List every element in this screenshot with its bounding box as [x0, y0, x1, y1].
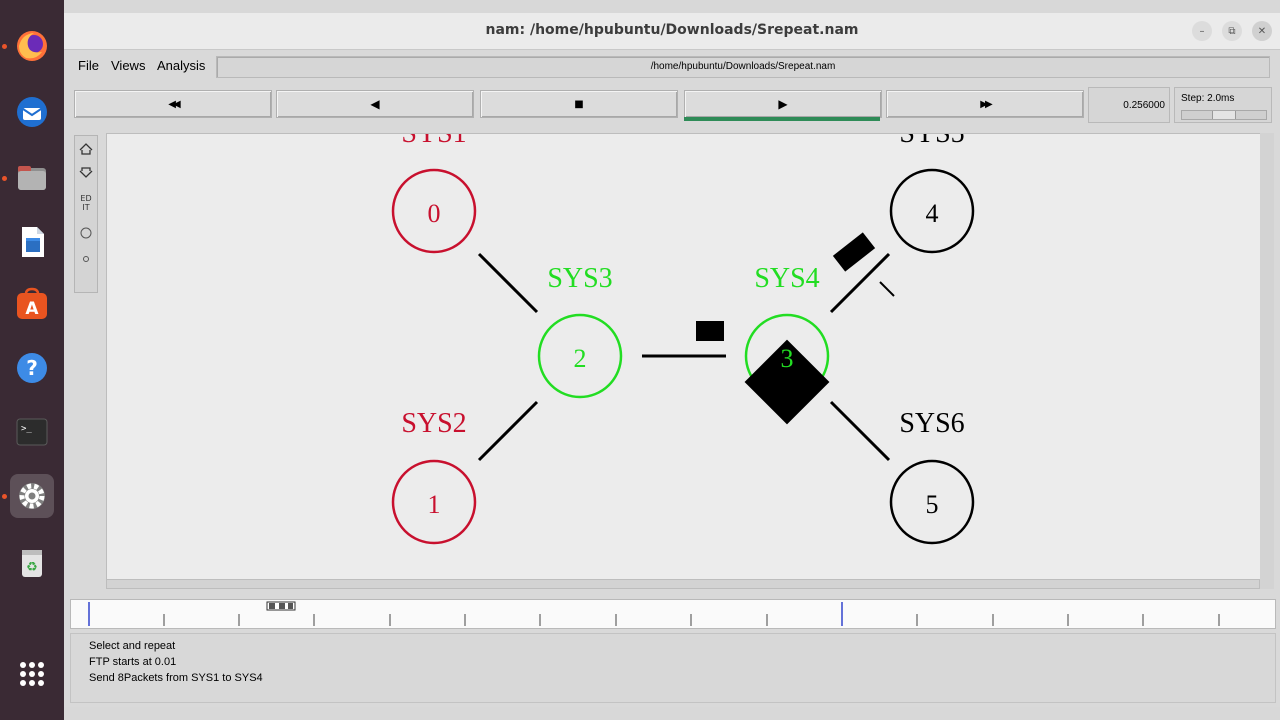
step-slider-handle[interactable]	[1212, 111, 1236, 119]
close-button[interactable]: ✕	[1252, 21, 1272, 41]
annotation-panel: Select and repeat FTP starts at 0.01 Sen…	[70, 633, 1276, 703]
node-5-label: SYS6	[899, 408, 964, 439]
file-path-display: /home/hpubuntu/Downloads/Srepeat.nam	[216, 56, 1270, 78]
network-canvas[interactable]: 0 SYS1 1 SYS2 2 SYS3 SYS4 3 4 SYS5 5 SYS…	[106, 133, 1262, 581]
node-1-label: SYS2	[401, 408, 466, 439]
thunderbird-icon[interactable]	[10, 90, 54, 134]
files-icon[interactable]	[10, 156, 54, 200]
packet	[832, 232, 876, 272]
edit-tool-button[interactable]: ED IT	[79, 190, 93, 216]
window-title: nam: /home/hpubuntu/Downloads/Srepeat.na…	[485, 22, 859, 38]
node-0-id: 0	[428, 199, 441, 228]
svg-text:?: ?	[26, 356, 38, 380]
step-back-button[interactable]: ◀	[276, 90, 474, 118]
circle-tool-icon[interactable]	[76, 222, 96, 244]
menu-bar: File Views Analysis /home/hpubuntu/Downl…	[70, 55, 1274, 79]
step-label: Step: 2.0ms	[1181, 93, 1235, 104]
annotation-line: FTP starts at 0.01	[89, 656, 177, 668]
stop-icon: ■	[574, 98, 584, 110]
running-indicator	[2, 494, 7, 499]
link-3-5	[829, 400, 891, 462]
minimize-button[interactable]: –	[1192, 21, 1212, 41]
svg-text:A: A	[25, 299, 39, 319]
link-1-2	[477, 400, 539, 462]
terminal-icon[interactable]: >_	[10, 410, 54, 454]
vertical-scrollbar[interactable]	[1260, 133, 1274, 589]
title-bar[interactable]: nam: /home/hpubuntu/Downloads/Srepeat.na…	[64, 13, 1280, 50]
app-grid-icon[interactable]	[10, 652, 54, 696]
menu-views[interactable]: Views	[111, 58, 145, 73]
node-3-label: SYS4	[754, 263, 819, 294]
packet	[696, 321, 724, 341]
node-3-id: 3	[781, 344, 794, 373]
play-active-indicator	[684, 117, 880, 121]
step-control: Step: 2.0ms	[1174, 87, 1272, 123]
annotation-line: Send 8Packets from SYS1 to SYS4	[89, 672, 263, 684]
app-center-icon[interactable]: A	[10, 282, 54, 326]
writer-icon[interactable]	[10, 220, 54, 264]
node-5-id: 5	[926, 490, 939, 519]
firefox-icon[interactable]	[10, 24, 54, 68]
rewind-button[interactable]: ◀◀	[74, 90, 272, 118]
link-0-2	[477, 252, 539, 314]
ack-marker	[879, 281, 895, 297]
network-graph: 0 SYS1 1 SYS2 2 SYS3 SYS4 3 4 SYS5 5 SYS…	[391, 134, 975, 545]
zoom-in-icon[interactable]	[76, 138, 96, 160]
time-readout: 0.256000	[1088, 87, 1170, 123]
svg-text:>_: >_	[21, 424, 32, 434]
node-2-label: SYS3	[547, 263, 612, 294]
node-0-label: SYS1	[401, 134, 466, 149]
nam-window: nam: /home/hpubuntu/Downloads/Srepeat.na…	[64, 13, 1280, 707]
fast-forward-button[interactable]: ▶▶	[886, 90, 1084, 118]
edit-tools-panel: ED IT	[74, 135, 98, 293]
node-2-id: 2	[574, 344, 587, 373]
settings-icon[interactable]	[10, 474, 54, 518]
play-backward-icon: ◀	[370, 97, 380, 111]
menu-analysis[interactable]: Analysis	[157, 58, 205, 73]
running-indicator	[2, 176, 7, 181]
stop-button[interactable]: ■	[480, 90, 678, 118]
step-slider[interactable]	[1181, 110, 1267, 120]
help-icon[interactable]: ?	[10, 346, 54, 390]
playback-toolbar: ◀◀ ◀ ■ ▶ ▶▶ 0.256000 Step: 2.0ms	[70, 87, 1274, 127]
menu-file[interactable]: File	[78, 58, 99, 73]
node-4-label: SYS5	[899, 134, 964, 149]
trash-icon[interactable]: ♻	[10, 540, 54, 584]
node-4-id: 4	[926, 199, 939, 228]
svg-text:♻: ♻	[26, 560, 38, 575]
timeline-ticks	[88, 601, 1220, 626]
rewind-icon: ◀◀	[168, 98, 181, 110]
timeline-slider[interactable]	[70, 599, 1276, 629]
zoom-out-icon[interactable]	[76, 162, 96, 184]
play-button[interactable]: ▶	[684, 90, 882, 118]
play-icon: ▶	[778, 97, 788, 111]
maximize-button[interactable]: ⧉	[1222, 21, 1242, 41]
small-circle-tool-icon[interactable]	[76, 248, 96, 270]
horizontal-scrollbar[interactable]	[106, 579, 1260, 589]
fast-forward-icon: ▶▶	[980, 98, 993, 110]
annotation-line: Select and repeat	[89, 640, 176, 652]
running-indicator	[2, 44, 7, 49]
dock: A ? >_ ♻	[0, 0, 64, 720]
node-1-id: 1	[428, 490, 441, 519]
